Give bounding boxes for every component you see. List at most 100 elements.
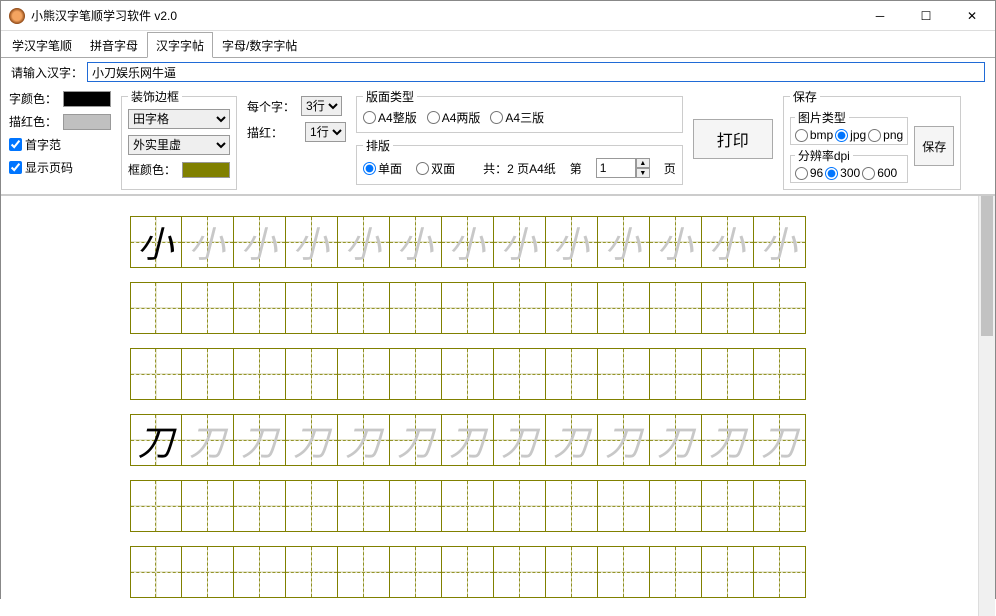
- layout-a4-three-radio[interactable]: A4三版: [490, 109, 544, 126]
- grid-cell: 刀: [442, 414, 494, 466]
- layout-type-fieldset: 版面类型 A4整版 A4两版 A4三版: [356, 88, 683, 133]
- page-after: 页: [664, 160, 676, 177]
- grid-cell: [390, 348, 442, 400]
- bmp-radio[interactable]: bmp: [795, 128, 833, 142]
- trace-rows-select[interactable]: 1行: [305, 122, 346, 142]
- grid-cell: 刀: [390, 414, 442, 466]
- grid-style-select[interactable]: 田字格: [128, 109, 230, 129]
- grid-cell: 刀: [702, 414, 754, 466]
- total-pages: 共：2 页A4纸: [483, 160, 556, 177]
- show-page-no-checkbox[interactable]: 显示页码: [9, 159, 111, 176]
- maximize-button[interactable]: ☐: [903, 1, 949, 31]
- save-fieldset: 保存 图片类型 bmp jpg png 分辨率dpi 96 300 60: [783, 88, 961, 190]
- grid-cell: [338, 348, 390, 400]
- preview-area: 小小小小小小小小小小小小小刀刀刀刀刀刀刀刀刀刀刀刀刀: [1, 195, 995, 616]
- grid-cell: [182, 546, 234, 598]
- page-spinner[interactable]: ▲▼: [596, 158, 650, 178]
- grid-cell: [182, 282, 234, 334]
- layout-type-legend: 版面类型: [363, 88, 417, 105]
- page-up-button[interactable]: ▲: [636, 158, 650, 168]
- dpi-legend: 分辨率dpi: [795, 147, 853, 164]
- page-number-input[interactable]: [596, 158, 636, 178]
- vertical-scrollbar[interactable]: [978, 196, 995, 616]
- grid-cell: 刀: [234, 414, 286, 466]
- per-char-label: 每个字：: [247, 98, 295, 115]
- png-radio[interactable]: png: [868, 128, 903, 142]
- grid-cell: [234, 282, 286, 334]
- close-button[interactable]: ✕: [949, 1, 995, 31]
- tab-stroke-order[interactable]: 学汉字笔顺: [3, 32, 81, 58]
- double-side-radio[interactable]: 双面: [416, 160, 455, 177]
- tab-alnum-copybook[interactable]: 字母/数字字帖: [213, 32, 306, 58]
- grid-cell: [130, 546, 182, 598]
- grid-cell: [442, 282, 494, 334]
- window-title: 小熊汉字笔顺学习软件 v2.0: [31, 7, 857, 24]
- grid-cell: 刀: [130, 414, 182, 466]
- outer-style-select[interactable]: 外实里虚: [128, 135, 230, 155]
- frame-color-swatch[interactable]: [182, 162, 230, 178]
- grid-cell: [130, 480, 182, 532]
- grid-cell: [754, 282, 806, 334]
- grid-cell: [442, 348, 494, 400]
- tab-hanzi-copybook[interactable]: 汉字字帖: [147, 32, 213, 58]
- options-panel: 字颜色： 描红色： 首字范 显示页码 装饰边框 田字格 外实里虚 框颜色： 每个…: [1, 86, 995, 195]
- font-color-swatch[interactable]: [63, 91, 111, 107]
- page-down-button[interactable]: ▼: [636, 168, 650, 178]
- grid-cell: [546, 480, 598, 532]
- grid-cell: 小: [754, 216, 806, 268]
- dpi-300-radio[interactable]: 300: [825, 166, 860, 180]
- hanzi-input[interactable]: [87, 62, 985, 82]
- app-icon: [9, 8, 25, 24]
- input-row: 请输入汉字：: [1, 58, 995, 86]
- grid-cell: [390, 480, 442, 532]
- tab-pinyin[interactable]: 拼音字母: [81, 32, 147, 58]
- grid-cell: [650, 282, 702, 334]
- input-label: 请输入汉字：: [11, 64, 83, 81]
- grid-cell: [182, 480, 234, 532]
- minimize-button[interactable]: ─: [857, 1, 903, 31]
- grid-cell: [754, 546, 806, 598]
- first-char-model-checkbox[interactable]: 首字范: [9, 136, 111, 153]
- grid-cell: [338, 480, 390, 532]
- scrollbar-thumb[interactable]: [981, 196, 993, 336]
- decor-fieldset: 装饰边框 田字格 外实里虚 框颜色：: [121, 88, 237, 190]
- page-before: 第: [570, 160, 582, 177]
- grid-cell: [598, 282, 650, 334]
- trace-color-swatch[interactable]: [63, 114, 111, 130]
- grid-cell: 小: [702, 216, 754, 268]
- grid-cell: 小: [598, 216, 650, 268]
- grid-cell: [598, 546, 650, 598]
- grid-cell: 刀: [546, 414, 598, 466]
- grid-row: [130, 282, 850, 334]
- dpi-600-radio[interactable]: 600: [862, 166, 897, 180]
- grid-cell: 小: [182, 216, 234, 268]
- grid-cell: [650, 546, 702, 598]
- grid-cell: [702, 480, 754, 532]
- grid-cell: 小: [130, 216, 182, 268]
- jpg-radio[interactable]: jpg: [835, 128, 866, 142]
- window-controls: ─ ☐ ✕: [857, 1, 995, 31]
- grid-row: [130, 348, 850, 400]
- save-button[interactable]: 保存: [914, 126, 954, 166]
- grid-cell: [754, 480, 806, 532]
- grid-cell: [390, 282, 442, 334]
- frame-color-label: 框颜色：: [128, 161, 176, 178]
- rows-select[interactable]: 3行: [301, 96, 342, 116]
- grid-cell: [286, 348, 338, 400]
- dpi-96-radio[interactable]: 96: [795, 166, 823, 180]
- grid-cell: [650, 480, 702, 532]
- single-side-radio[interactable]: 单面: [363, 160, 402, 177]
- grid-cell: [494, 546, 546, 598]
- print-button[interactable]: 打印: [693, 119, 773, 159]
- layout-a4-full-radio[interactable]: A4整版: [363, 109, 417, 126]
- decor-legend: 装饰边框: [128, 88, 182, 105]
- grid-cell: 小: [494, 216, 546, 268]
- grid-cell: 刀: [598, 414, 650, 466]
- layout-a4-two-radio[interactable]: A4两版: [427, 109, 481, 126]
- grid-cell: 小: [442, 216, 494, 268]
- grid-cell: 小: [650, 216, 702, 268]
- tab-bar: 学汉字笔顺 拼音字母 汉字字帖 字母/数字字帖: [1, 31, 995, 58]
- grid-cell: [234, 480, 286, 532]
- grid-cell: [338, 282, 390, 334]
- grid-cell: 小: [234, 216, 286, 268]
